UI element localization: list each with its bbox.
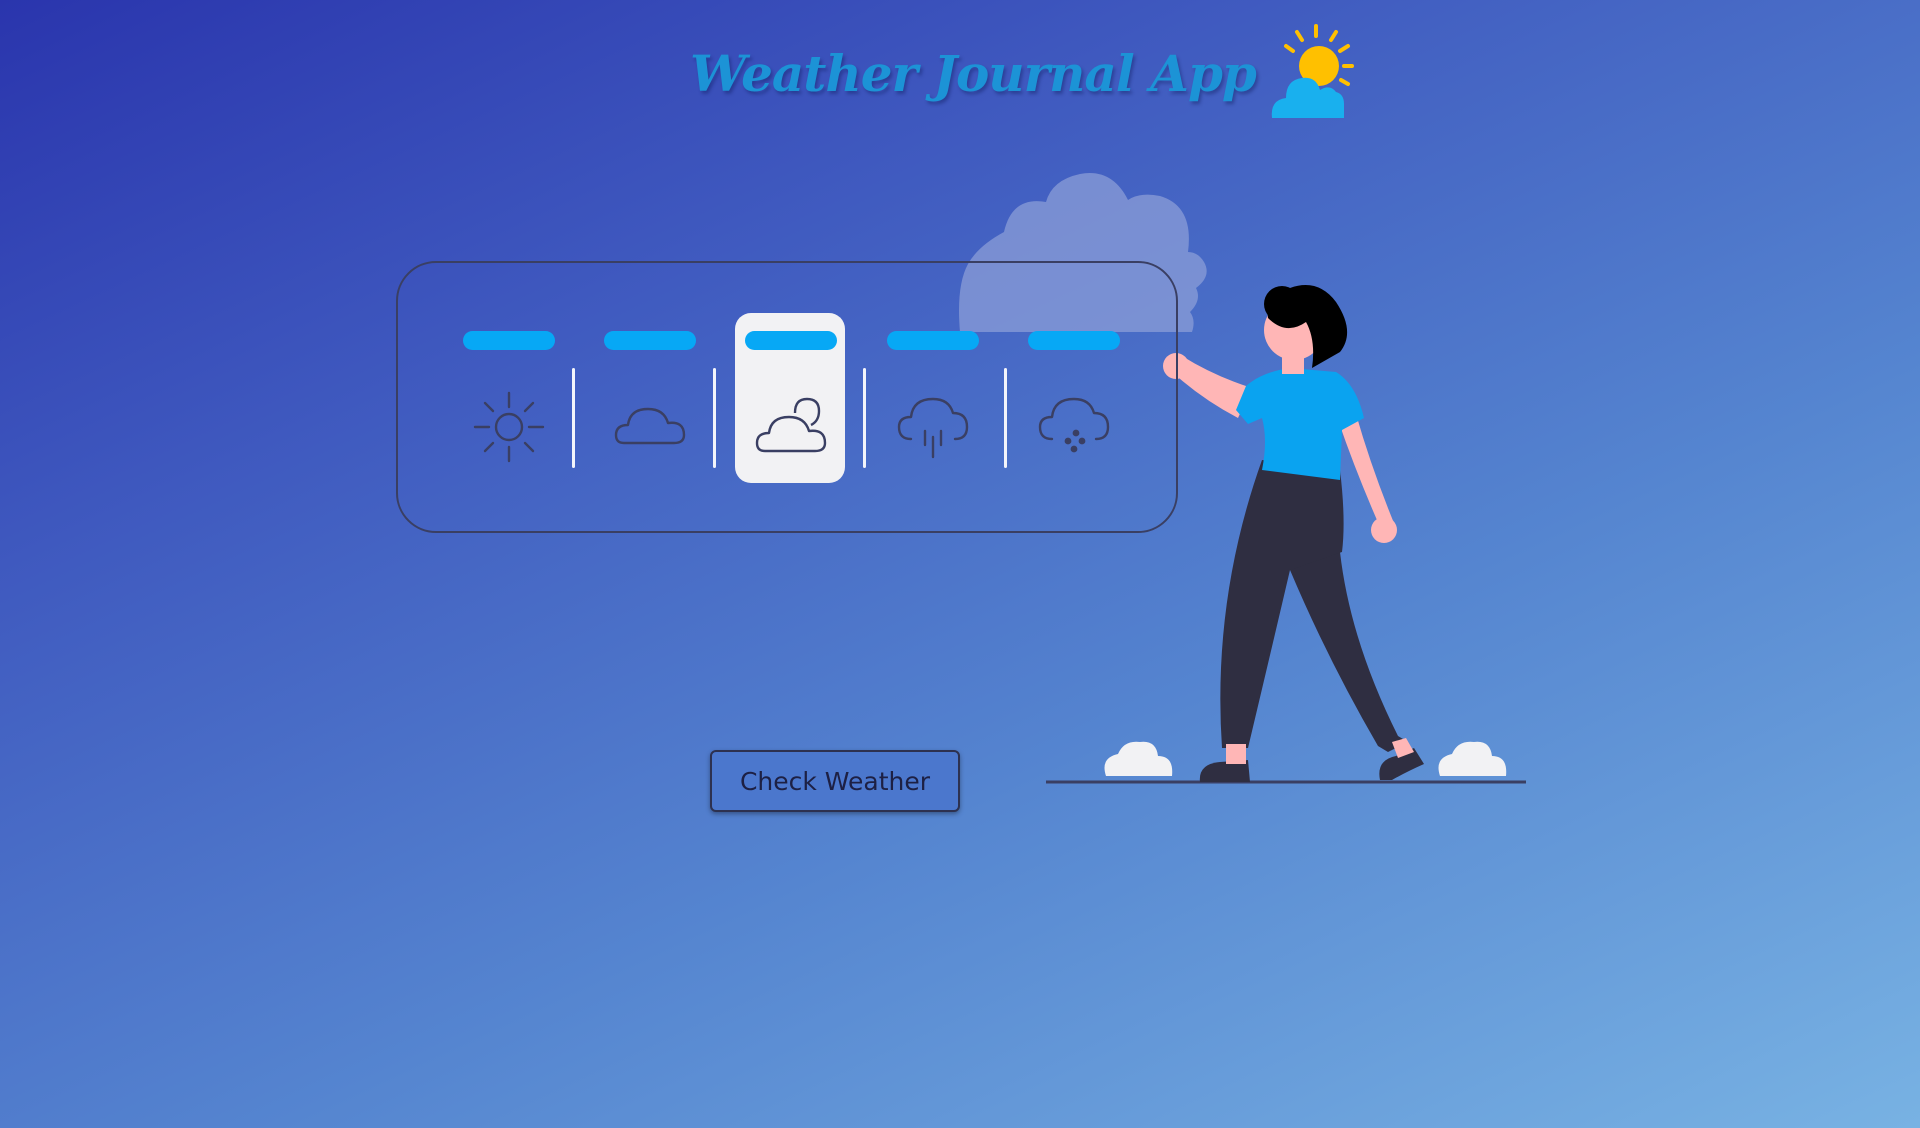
- sun-icon: [473, 391, 545, 463]
- ground-cloud-right-icon: [1438, 741, 1507, 776]
- weather-selector-panel: [396, 261, 1178, 533]
- option-accent-bar: [1028, 331, 1120, 350]
- option-divider: [1004, 368, 1007, 468]
- weather-option-hail[interactable]: [1018, 313, 1128, 483]
- partly-cloudy-icon: [755, 391, 827, 463]
- weather-option-rain[interactable]: [877, 313, 987, 483]
- option-divider: [713, 368, 716, 468]
- option-divider: [572, 368, 575, 468]
- rain-cloud-icon: [897, 391, 969, 463]
- option-accent-bar: [463, 331, 555, 350]
- weather-option-partly-cloudy[interactable]: [735, 313, 845, 483]
- option-accent-bar: [887, 331, 979, 350]
- hail-cloud-icon: [1038, 391, 1110, 463]
- check-weather-button[interactable]: Check Weather: [710, 750, 960, 812]
- ground-cloud-left-icon: [1104, 741, 1173, 776]
- option-divider: [863, 368, 866, 468]
- weather-option-sunny[interactable]: [453, 313, 563, 483]
- weather-option-cloudy[interactable]: [594, 313, 704, 483]
- sun-behind-cloud-icon: [1264, 18, 1360, 128]
- woman-pointing-illustration: [0, 0, 1920, 1128]
- app-title: Weather Journal App: [690, 43, 1257, 103]
- option-accent-bar: [745, 331, 837, 350]
- option-accent-bar: [604, 331, 696, 350]
- person-figure: [1163, 285, 1424, 782]
- app-header: Weather Journal App: [690, 18, 1360, 128]
- cloud-icon: [614, 391, 686, 463]
